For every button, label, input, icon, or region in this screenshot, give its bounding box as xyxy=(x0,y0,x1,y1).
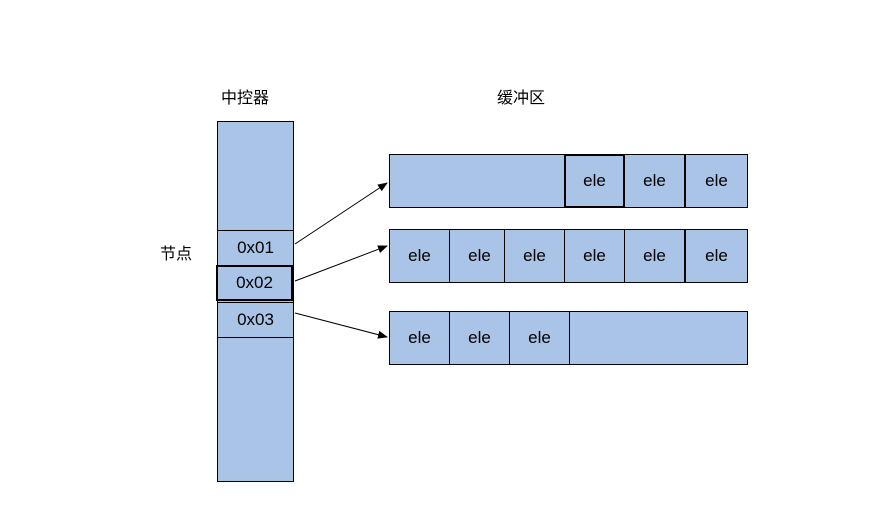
buffer-1-element-3: ele xyxy=(685,154,748,208)
controller-title: 中控器 xyxy=(221,88,270,107)
buffer-3-element-2: ele xyxy=(449,311,510,365)
buffer-2-element-2: ele xyxy=(449,229,510,283)
diagram-canvas: 中控器 缓冲区 节点 0x01 0x03 0x02 ele ele ele el… xyxy=(0,0,885,506)
arrow-node-0x03-to-buffer-3 xyxy=(294,312,388,339)
arrow-node-0x02-to-buffer-2 xyxy=(294,245,388,282)
node-label: 节点 xyxy=(160,244,193,263)
buffer-2-element-1: ele xyxy=(389,229,450,283)
node-0x01: 0x01 xyxy=(217,230,294,266)
buffer-2-element-5: ele xyxy=(624,229,685,283)
node-0x02: 0x02 xyxy=(216,265,293,301)
node-0x03: 0x03 xyxy=(217,302,294,338)
buffer-title: 缓冲区 xyxy=(497,88,546,107)
buffer-1-element-1: ele xyxy=(564,154,625,208)
buffer-2-element-6: ele xyxy=(685,229,748,283)
buffer-3-element-1: ele xyxy=(389,311,450,365)
buffer-2-element-3: ele xyxy=(504,229,565,283)
buffer-3-element-3: ele xyxy=(509,311,570,365)
buffer-2-element-4: ele xyxy=(564,229,625,283)
arrow-node-0x01-to-buffer-1 xyxy=(294,182,388,245)
buffer-1-element-2: ele xyxy=(624,154,685,208)
